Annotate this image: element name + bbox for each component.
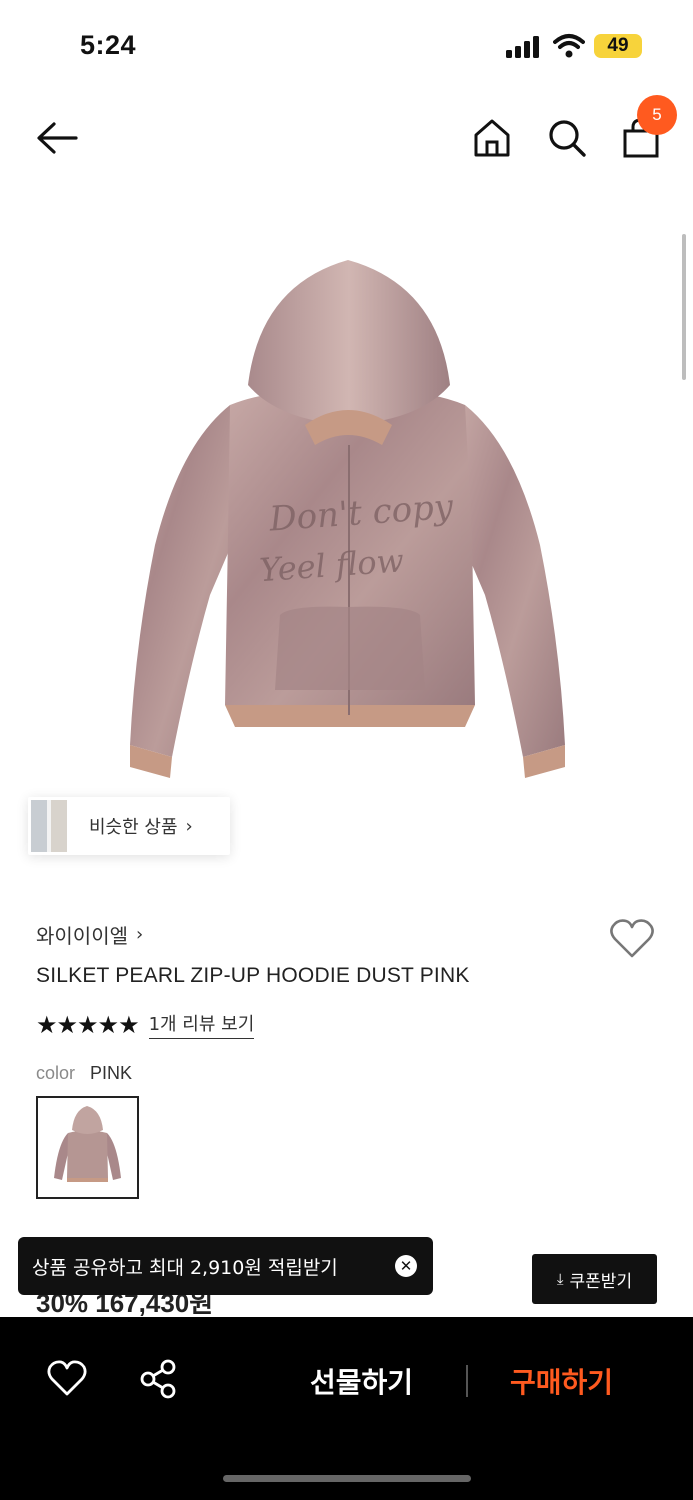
similar-products-label: 비슷한 상품 bbox=[89, 817, 178, 838]
download-icon: ⤓ bbox=[556, 1270, 564, 1288]
rating-row: ★★★★★ 1개 리뷰 보기 bbox=[36, 1010, 255, 1039]
share-reward-toast: 상품 공유하고 최대 2,910원 적립받기 ✕ bbox=[18, 1237, 433, 1295]
home-indicator[interactable] bbox=[223, 1475, 471, 1482]
color-value: PINK bbox=[90, 1063, 133, 1083]
top-nav bbox=[0, 100, 693, 180]
review-link[interactable]: 1개 리뷰 보기 bbox=[148, 1010, 255, 1039]
similar-products-button[interactable]: 비슷한 상품 › bbox=[28, 797, 230, 855]
home-icon[interactable] bbox=[472, 117, 512, 159]
heart-icon[interactable] bbox=[609, 918, 655, 960]
color-swatch-pink[interactable] bbox=[36, 1096, 139, 1199]
color-label: color bbox=[36, 1063, 76, 1083]
product-image[interactable]: Don't copy Yeel flow bbox=[120, 245, 580, 800]
swatch-thumbnail bbox=[54, 1106, 121, 1182]
coupon-button[interactable]: ⤓ 쿠폰받기 bbox=[532, 1254, 657, 1304]
status-bar: 5:24 49 bbox=[0, 0, 693, 95]
chevron-right-icon: › bbox=[136, 924, 144, 945]
gift-button[interactable]: 선물하기 bbox=[310, 1361, 413, 1401]
heart-icon[interactable] bbox=[47, 1360, 87, 1398]
cart-count-badge: 5 bbox=[637, 95, 677, 135]
star-rating: ★★★★★ bbox=[36, 1010, 140, 1039]
similar-product-thumbnail bbox=[31, 800, 67, 852]
product-title: SILKET PEARL ZIP-UP HOODIE DUST PINK bbox=[36, 964, 470, 987]
wifi-icon bbox=[553, 34, 585, 58]
back-arrow-icon[interactable] bbox=[34, 120, 80, 156]
bottom-action-bar: 선물하기 구매하기 bbox=[0, 1317, 693, 1500]
buy-button[interactable]: 구매하기 bbox=[510, 1361, 613, 1401]
signal-icon bbox=[506, 36, 539, 58]
toast-message: 상품 공유하고 최대 2,910원 적립받기 bbox=[32, 1256, 338, 1279]
color-option-row: color PINK bbox=[36, 1063, 132, 1084]
divider bbox=[466, 1365, 468, 1397]
battery-indicator: 49 bbox=[594, 34, 642, 58]
brand-name: 와이이이엘 bbox=[36, 924, 128, 948]
search-icon[interactable] bbox=[546, 117, 588, 159]
scrollbar[interactable] bbox=[682, 234, 686, 380]
status-time: 5:24 bbox=[80, 30, 137, 60]
share-icon[interactable] bbox=[137, 1358, 179, 1400]
chevron-right-icon: › bbox=[185, 815, 193, 837]
coupon-label: 쿠폰받기 bbox=[569, 1271, 633, 1292]
close-icon[interactable]: ✕ bbox=[395, 1255, 417, 1277]
brand-link[interactable]: 와이이이엘 › bbox=[36, 920, 143, 949]
